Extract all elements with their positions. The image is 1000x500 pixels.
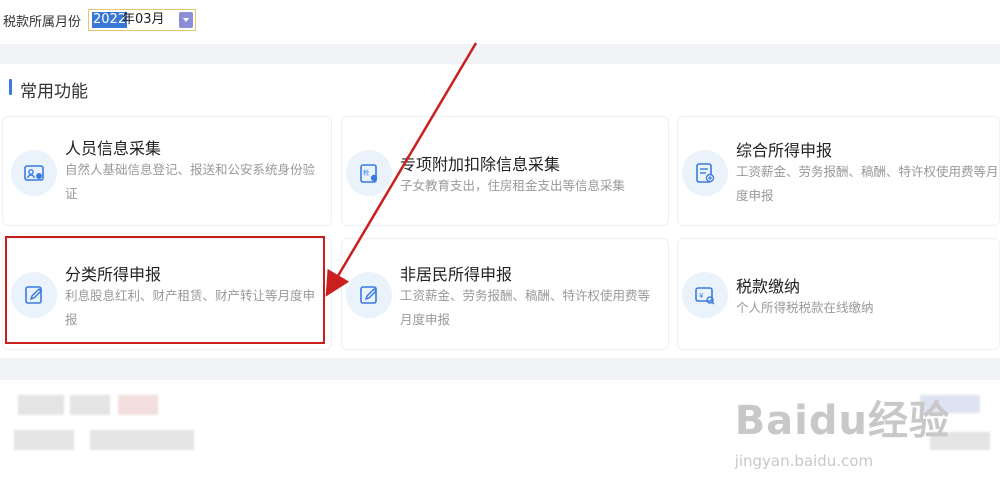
watermark-logo: Baidu经验 (734, 398, 950, 444)
watermark-url: jingyan.baidu.com (734, 452, 874, 470)
baidu-watermark: Baidu经验 jingyan.baidu.com (734, 388, 950, 470)
blurred-content (118, 395, 158, 415)
blurred-content (18, 395, 64, 415)
divider-strip (0, 358, 1000, 380)
blurred-content (90, 430, 194, 450)
blurred-content (70, 395, 110, 415)
blurred-content (14, 430, 74, 450)
